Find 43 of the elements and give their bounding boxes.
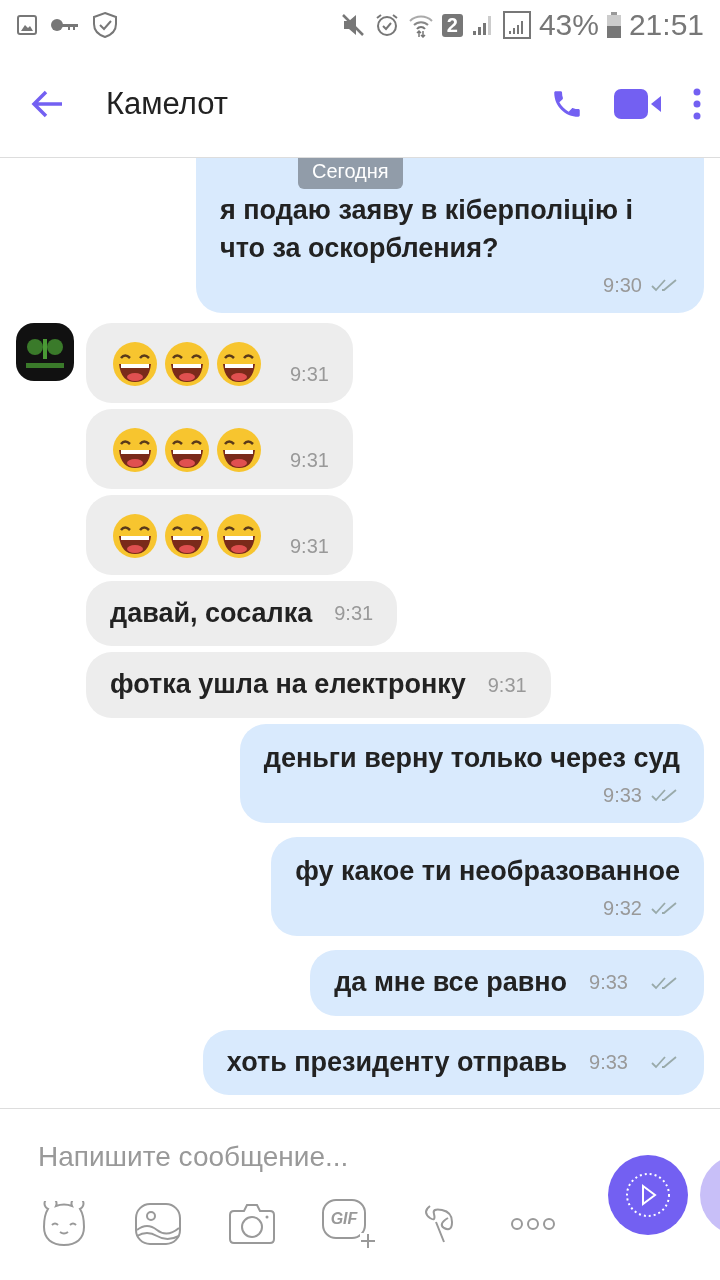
signal-icon (502, 11, 531, 39)
message-input[interactable]: Напишите сообщение... (38, 1140, 458, 1173)
message-text: фу какое ти необразованное (295, 855, 680, 888)
laughing-emoji-icon (112, 426, 158, 473)
battery-icon (606, 12, 621, 38)
chat-title: Камелот (106, 85, 230, 122)
message-time: 9:33 (603, 784, 642, 807)
message-text: я подаю заяву в кіберполіцію і что за оскорбления? (220, 194, 634, 265)
laughing-emoji-icon (164, 426, 210, 473)
laughing-emoji-icon (164, 340, 210, 387)
laughing-emoji-icon (164, 512, 210, 559)
avatar-icon[interactable] (16, 322, 74, 381)
laughing-emoji-icon (112, 340, 158, 387)
date-badge: Сегодня (298, 158, 403, 189)
message-text: хоть президенту отправь (226, 1045, 568, 1079)
message-time: 9:33 (589, 1050, 628, 1074)
laughing-emoji-icon (112, 512, 158, 559)
laughing-emoji-icon (216, 340, 262, 387)
message-text: да мне все равно (334, 965, 568, 999)
laughing-emoji-icon (216, 426, 262, 473)
clock: 21:51 (628, 8, 704, 42)
message-time: 9:31 (334, 602, 374, 625)
sim-badge: 2 (441, 13, 463, 37)
shield-icon (92, 11, 118, 39)
laughing-emoji-icon (216, 512, 262, 559)
mute-icon (339, 12, 366, 38)
more-icon[interactable] (510, 1216, 556, 1231)
message-text: фотка ушла на електронку (110, 668, 466, 702)
image-icon (16, 14, 38, 36)
message-text: давай, сосалка (110, 596, 313, 630)
message-time: 9:31 (290, 449, 329, 473)
message-time: 9:33 (589, 971, 628, 995)
message-time: 9:31 (290, 535, 329, 559)
back-button[interactable] (30, 88, 64, 119)
message-time: 9:31 (487, 673, 527, 697)
message-time: 9:30 (603, 273, 642, 297)
message-time: 9:32 (603, 896, 642, 920)
battery-percent: 43% (538, 8, 599, 42)
gallery-icon[interactable] (134, 1201, 182, 1246)
video-call-button[interactable] (612, 86, 664, 121)
message-time: 9:31 (290, 363, 329, 387)
more-options-button[interactable] (692, 86, 702, 121)
message-text: деньги верну только через суд (263, 742, 680, 776)
